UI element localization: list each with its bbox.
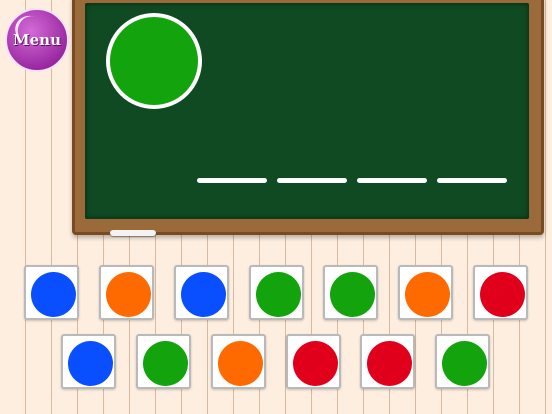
color-tile[interactable] [136, 334, 191, 389]
answer-slot [277, 178, 347, 183]
color-dot [330, 272, 375, 317]
menu-button[interactable]: Menu [5, 8, 69, 72]
answer-slot [357, 178, 427, 183]
target-color-circle [106, 13, 202, 109]
color-dot [31, 272, 76, 317]
color-tile[interactable] [435, 334, 490, 389]
color-dot [181, 272, 226, 317]
color-tile[interactable] [360, 334, 415, 389]
color-tile[interactable] [323, 265, 378, 320]
color-dot [218, 341, 263, 386]
color-dot [293, 341, 338, 386]
color-dot [143, 341, 188, 386]
color-tile[interactable] [61, 334, 116, 389]
answer-slot [197, 178, 267, 183]
color-tile[interactable] [398, 265, 453, 320]
color-dot [367, 341, 412, 386]
color-dot [256, 272, 301, 317]
color-tile[interactable] [24, 265, 79, 320]
color-tile[interactable] [473, 265, 528, 320]
color-dot [480, 272, 525, 317]
answer-slot [437, 178, 507, 183]
color-tile[interactable] [99, 265, 154, 320]
chalk-stick [110, 230, 156, 236]
color-tile[interactable] [174, 265, 229, 320]
color-dot [106, 272, 151, 317]
color-tile[interactable] [249, 265, 304, 320]
color-dot [405, 272, 450, 317]
color-tile[interactable] [211, 334, 266, 389]
menu-label: Menu [13, 31, 61, 49]
color-dot [68, 341, 113, 386]
color-dot [442, 341, 487, 386]
color-tile[interactable] [286, 334, 341, 389]
